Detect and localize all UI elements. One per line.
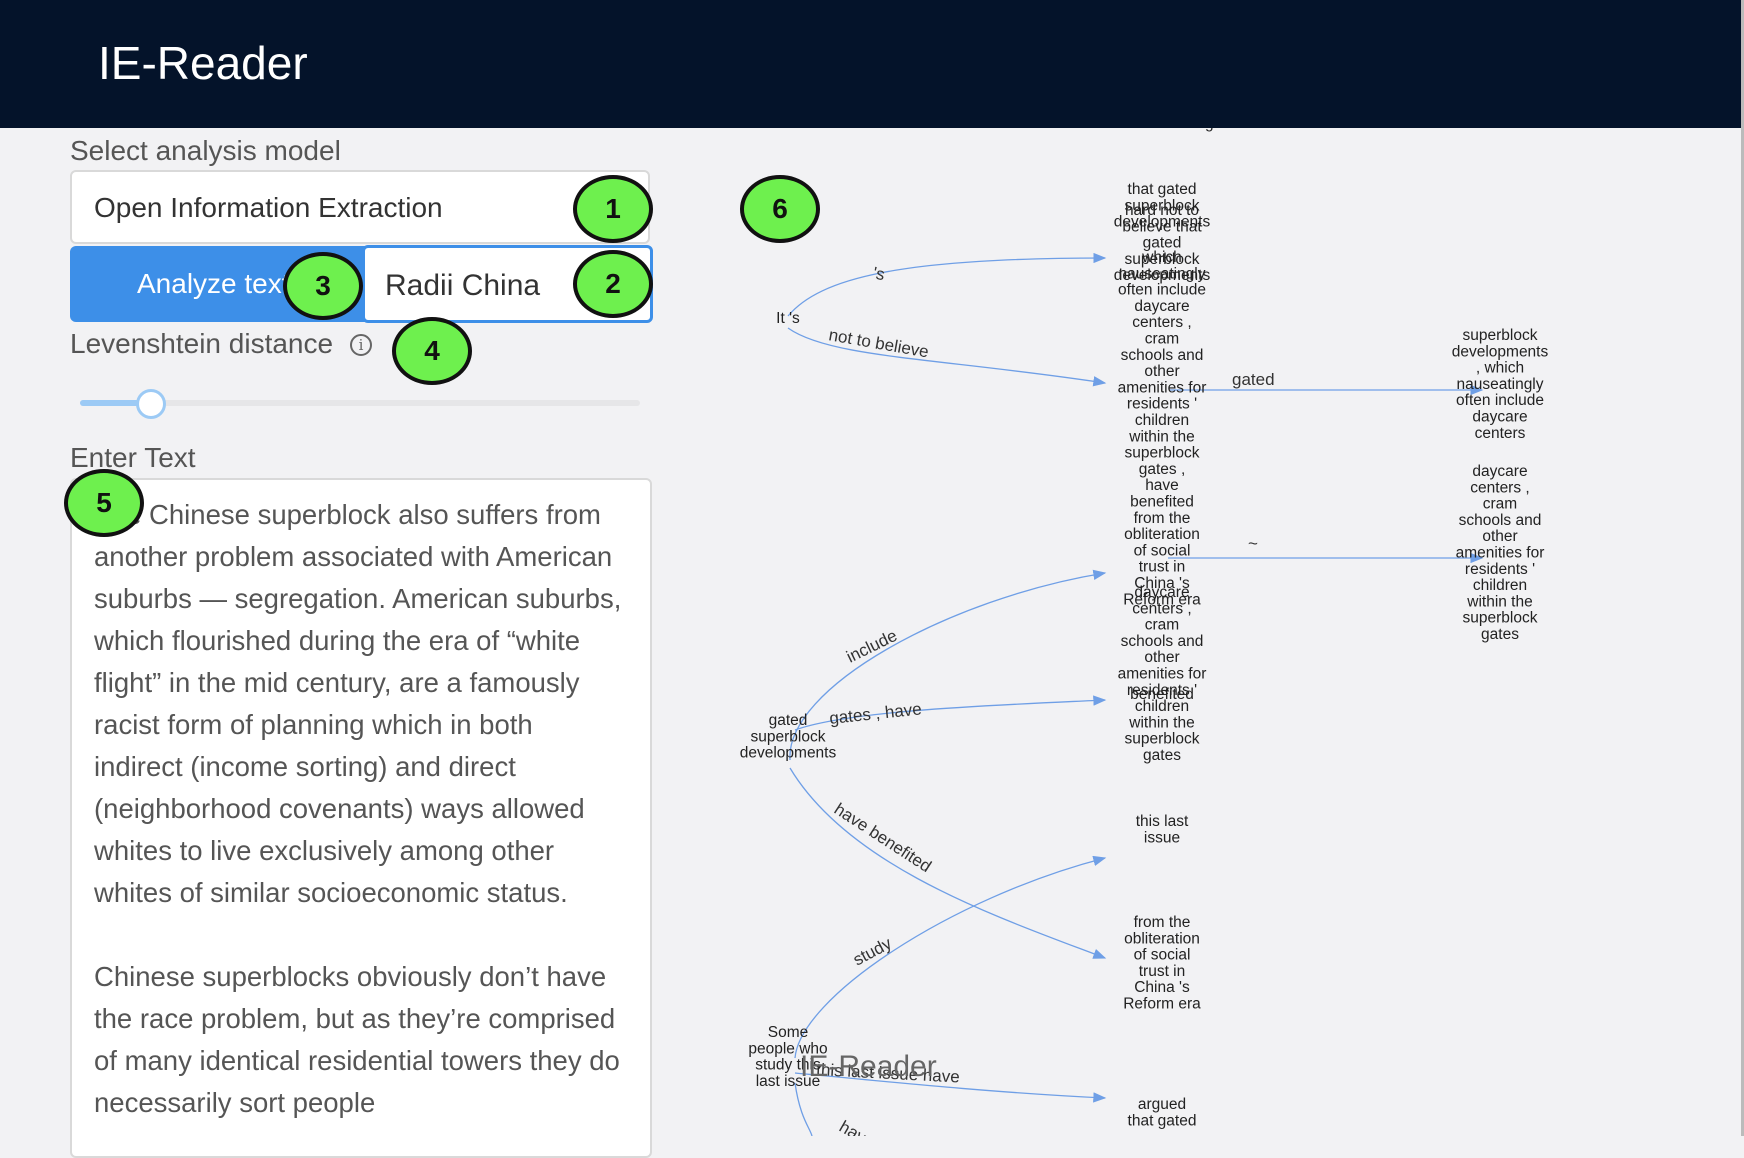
edge-label: not to believe bbox=[827, 325, 930, 361]
graph-svg: 's not to believe gated ~ include gates … bbox=[740, 128, 1549, 1136]
graph-node[interactable]: from the obliteration of social trust in Chi… bbox=[1123, 914, 1201, 1013]
edge-label: gated bbox=[1232, 370, 1275, 389]
edge-label: ~ bbox=[1248, 534, 1258, 553]
graph-node[interactable]: r o m e t h i n g bbox=[1110, 128, 1213, 132]
edge-line bbox=[789, 569, 1107, 761]
edge-line bbox=[787, 252, 1107, 317]
graph-node[interactable]: It 's bbox=[776, 310, 800, 327]
text-input-area[interactable]: The Chinese superblock also suffers from… bbox=[70, 478, 652, 1158]
info-icon[interactable]: i bbox=[350, 334, 372, 356]
badge-6: 6 bbox=[740, 175, 820, 243]
edge-label: gates , have bbox=[828, 699, 922, 728]
graph-node[interactable]: gated superblock developments bbox=[740, 712, 837, 762]
top-navbar: IE-Reader bbox=[0, 0, 1744, 128]
badge-2: 2 bbox=[573, 250, 653, 318]
text-paragraph-2: Chinese superblocks obviously don’t have… bbox=[94, 961, 620, 1118]
edge-label: study bbox=[850, 933, 895, 969]
app-title[interactable]: IE-Reader bbox=[98, 36, 308, 90]
analysis-model-select[interactable]: Open Information Extraction bbox=[70, 170, 650, 244]
graph-watermark: IE-Reader bbox=[800, 1050, 937, 1083]
model-select-label: Select analysis model bbox=[70, 135, 341, 166]
badge-3: 3 bbox=[283, 252, 363, 320]
graph-node[interactable]: daycare centers , cram schools and other amen… bbox=[1118, 584, 1207, 764]
text-paragraph-1: The Chinese superblock also suffers from… bbox=[94, 499, 622, 908]
levenshtein-slider[interactable] bbox=[80, 388, 640, 419]
edge-line bbox=[794, 1082, 813, 1136]
edge-label: include bbox=[843, 626, 900, 667]
analyze-button-label: Analyze text bbox=[137, 268, 290, 299]
badge-1: 1 bbox=[573, 175, 653, 243]
graph-node[interactable]: this last issue bbox=[1136, 813, 1189, 846]
graph-node[interactable]: superblock developments, which nauseatingl… bbox=[1452, 327, 1549, 442]
graph-node[interactable]: which nauseatingly often include daycare cen… bbox=[1118, 249, 1207, 608]
slider-handle[interactable] bbox=[136, 389, 166, 419]
badge-4: 4 bbox=[392, 317, 472, 385]
edge-label: have benefited bbox=[831, 799, 935, 876]
graph-node[interactable]: argued that gated bbox=[1128, 1096, 1197, 1129]
enter-text-label: Enter Text bbox=[70, 442, 196, 473]
edge-label: 's bbox=[871, 263, 886, 284]
entity-input-value: Radii China bbox=[385, 269, 541, 302]
edge-line bbox=[794, 855, 1107, 1059]
edge-line bbox=[789, 767, 1107, 959]
levenshtein-label: Levenshtein distance bbox=[70, 328, 334, 359]
badge-5: 5 bbox=[64, 469, 144, 537]
graph-node[interactable]: benefited bbox=[1130, 686, 1194, 703]
graph-node[interactable]: daycare centers , cram schools and other amen… bbox=[1456, 463, 1545, 643]
edge-label: have bbox=[836, 1117, 877, 1136]
model-select-value: Open Information Extraction bbox=[94, 192, 443, 223]
extraction-graph[interactable]: 's not to believe gated ~ include gates … bbox=[700, 128, 1740, 1136]
